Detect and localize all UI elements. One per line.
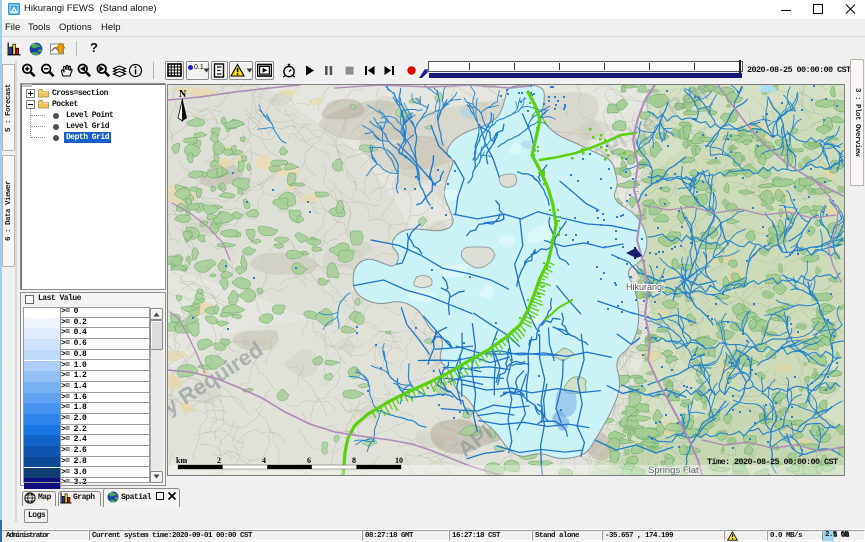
svg-text:8: 8 xyxy=(352,456,356,465)
svg-text:Time: 2020-08-25 00:00:00 CST: Time: 2020-08-25 00:00:00 CST xyxy=(707,457,838,467)
svg-text:6: 6 xyxy=(307,456,311,465)
svg-text:Springs Flat: Springs Flat xyxy=(648,465,699,475)
svg-text:10: 10 xyxy=(395,456,403,465)
svg-text:2: 2 xyxy=(217,456,221,465)
svg-text:km: km xyxy=(176,456,187,465)
svg-text:SH 1: SH 1 xyxy=(632,180,638,194)
svg-text:4: 4 xyxy=(262,456,266,465)
svg-text:Hikurangi: Hikurangi xyxy=(626,282,664,292)
svg-text:N: N xyxy=(179,89,187,100)
